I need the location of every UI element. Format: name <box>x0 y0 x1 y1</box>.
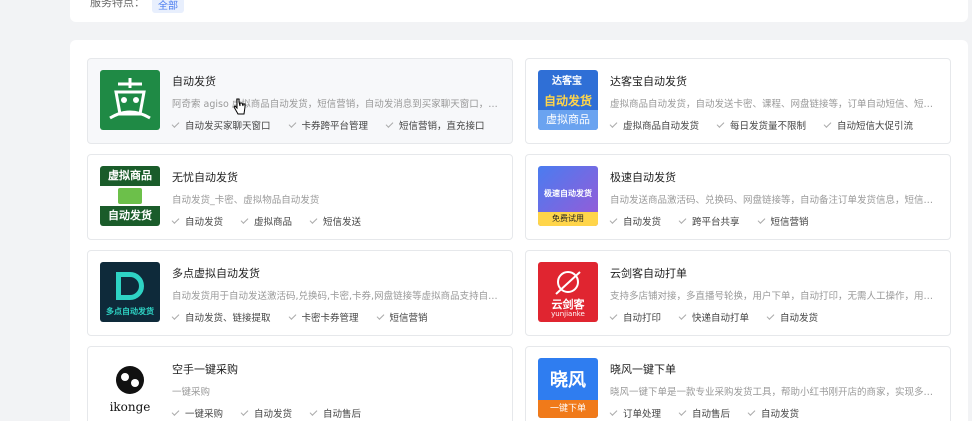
feature-item: 自动发货 <box>747 406 799 420</box>
ikonge-logo: ikonge <box>100 358 160 418</box>
app-card-wuyou[interactable]: 虚拟商品 自动发货 无忧自动发货 自动发货_卡密、虚拟物品自动发货 自动发货 虚… <box>87 154 513 240</box>
app-desc: 自动发货用于自动发送激活码,兑换码,卡密,卡券,网盘链接等虚拟商品支持自助提… <box>172 291 502 302</box>
app-card-dakebao[interactable]: 达客宝 自动发货 虚拟商品 达客宝自动发货 虚拟商品自动发货，自动发送卡密、课程… <box>525 58 951 144</box>
feature-item: 短信营销 <box>757 214 809 228</box>
check-icon <box>240 407 249 416</box>
app-card-duodian[interactable]: 多点自动发货 多点虚拟自动发货 自动发货用于自动发送激活码,兑换码,卡密,卡券,… <box>87 250 513 336</box>
app-desc: 一键采购 <box>172 387 211 398</box>
app-title[interactable]: 极速自动发货 <box>610 169 676 185</box>
filter-strip: 服务特点： 全部 <box>70 0 968 22</box>
filter-label: 服务特点： <box>90 0 145 9</box>
app-list-panel: 自动发货 阿奇索 agiso 虚拟商品自动发货，短信营销，自动发消息到买家聊天窗… <box>70 40 968 421</box>
app-features: 自动发货、链接提取 卡密卡券管理 短信营销 <box>171 310 446 324</box>
feature-item: 自动售后 <box>678 406 730 420</box>
check-icon <box>609 407 618 416</box>
app-features: 自动发货 跨平台共享 短信营销 <box>609 214 827 228</box>
feature-item: 跨平台共享 <box>678 214 740 228</box>
dakebao-logo: 达客宝 自动发货 虚拟商品 <box>538 70 598 130</box>
app-title[interactable]: 无忧自动发货 <box>172 169 238 185</box>
app-card-yunjianke[interactable]: 云剑客 yunjianke 云剑客自动打单 支持多店铺对接，多直播号轮换，用户下… <box>525 250 951 336</box>
app-features: 一键采购 自动发货 自动售后 <box>171 406 379 420</box>
check-icon <box>240 215 249 224</box>
feature-item: 自动打印 <box>609 310 661 324</box>
wuyou-logo: 虚拟商品 自动发货 <box>100 166 160 226</box>
feature-item: 自动短信大促引流 <box>823 118 913 132</box>
check-icon <box>678 215 687 224</box>
feature-item: 订单处理 <box>609 406 661 420</box>
feature-item: 短信营销，直充接口 <box>385 118 485 132</box>
check-icon <box>609 311 618 320</box>
app-title[interactable]: 空手一键采购 <box>172 361 238 377</box>
filter-tag-all[interactable]: 全部 <box>152 0 184 13</box>
check-icon <box>757 215 765 224</box>
app-card-agiso[interactable]: 自动发货 阿奇索 agiso 虚拟商品自动发货，短信营销，自动发消息到买家聊天窗… <box>87 58 513 144</box>
check-icon <box>309 215 318 224</box>
feature-item: 自动发买家聊天窗口 <box>171 118 271 132</box>
app-desc: 虚拟商品自动发货，自动发送卡密、课程、网盘链接等，订单自动短信、短信群… <box>610 99 940 110</box>
check-icon <box>171 311 180 320</box>
check-icon <box>823 119 832 128</box>
check-icon <box>716 119 725 128</box>
app-desc: 晓风一键下单是一款专业采购发货工具，帮助小红书刚开店的商家，实现多店铺… <box>610 387 940 398</box>
app-desc: 阿奇索 agiso 虚拟商品自动发货，短信营销，自动发消息到买家聊天窗口，对接… <box>172 99 502 110</box>
check-icon <box>171 215 180 224</box>
app-title[interactable]: 多点虚拟自动发货 <box>172 265 260 281</box>
feature-item: 短信发送 <box>309 214 361 228</box>
feature-item: 卡密卡券管理 <box>288 310 359 324</box>
app-desc: 支持多店铺对接，多直播号轮换，用户下单，自动打印，无需人工操作，用户显… <box>610 291 940 302</box>
agiso-logo <box>100 70 160 130</box>
xiaofeng-logo: 晓风 一键下单 <box>538 358 598 418</box>
feature-item: 自动发货 <box>240 406 292 420</box>
app-features: 订单处理 自动售后 自动发货 <box>609 406 817 420</box>
app-features: 自动打印 快递自动打单 自动发货 <box>609 310 836 324</box>
app-desc: 自动发货_卡密、虚拟物品自动发货 <box>172 195 320 206</box>
check-icon <box>385 119 394 128</box>
app-title[interactable]: 自动发货 <box>172 73 216 89</box>
check-icon <box>171 407 180 416</box>
jisu-logo: 极速自动发货 免费试用 <box>538 166 598 226</box>
check-icon <box>171 119 180 128</box>
app-desc: 自动发送商品激活码、兑换码、网盘链接等，自动备注订单发货信息，短信营销… <box>610 195 940 206</box>
duodian-logo: 多点自动发货 <box>100 262 160 322</box>
feature-item: 一键采购 <box>171 406 223 420</box>
app-title[interactable]: 晓风一键下单 <box>610 361 676 377</box>
feature-item: 自动发货 <box>766 310 818 324</box>
app-card-xiaofeng[interactable]: 晓风 一键下单 晓风一键下单 晓风一键下单是一款专业采购发货工具，帮助小红书刚开… <box>525 346 951 421</box>
check-icon <box>309 407 318 416</box>
feature-item: 自动发货 <box>609 214 661 228</box>
app-features: 虚拟商品自动发货 每日发货量不限制 自动短信大促引流 <box>609 118 931 132</box>
feature-item: 快递自动打单 <box>678 310 749 324</box>
check-icon <box>609 119 618 128</box>
check-icon <box>766 311 775 320</box>
app-features: 自动发买家聊天窗口 卡券跨平台管理 短信营销，直充接口 <box>171 118 503 132</box>
app-card-ikonge[interactable]: ikonge 空手一键采购 一键采购 一键采购 自动发货 自动售后 <box>87 346 513 421</box>
feature-item: 短信营销 <box>376 310 428 324</box>
feature-item: 自动发货、链接提取 <box>171 310 271 324</box>
app-card-jisu[interactable]: 极速自动发货 免费试用 极速自动发货 自动发送商品激活码、兑换码、网盘链接等，自… <box>525 154 951 240</box>
check-icon <box>288 119 296 128</box>
feature-item: 每日发货量不限制 <box>716 118 806 132</box>
app-title[interactable]: 达客宝自动发货 <box>610 73 687 89</box>
app-features: 自动发货 虚拟商品 短信发送 <box>171 214 379 228</box>
check-icon <box>288 311 296 320</box>
feature-item: 虚拟商品自动发货 <box>609 118 699 132</box>
check-icon <box>609 215 618 224</box>
feature-item: 自动售后 <box>309 406 361 420</box>
hand-cursor-icon <box>233 98 246 115</box>
check-icon <box>747 407 756 416</box>
check-icon <box>678 311 687 320</box>
yunjianke-logo: 云剑客 yunjianke <box>538 262 598 322</box>
feature-item: 自动发货 <box>171 214 223 228</box>
check-icon <box>678 407 687 416</box>
app-title[interactable]: 云剑客自动打单 <box>610 265 687 281</box>
feature-item: 卡券跨平台管理 <box>288 118 368 132</box>
feature-item: 虚拟商品 <box>240 214 292 228</box>
check-icon <box>376 311 384 320</box>
